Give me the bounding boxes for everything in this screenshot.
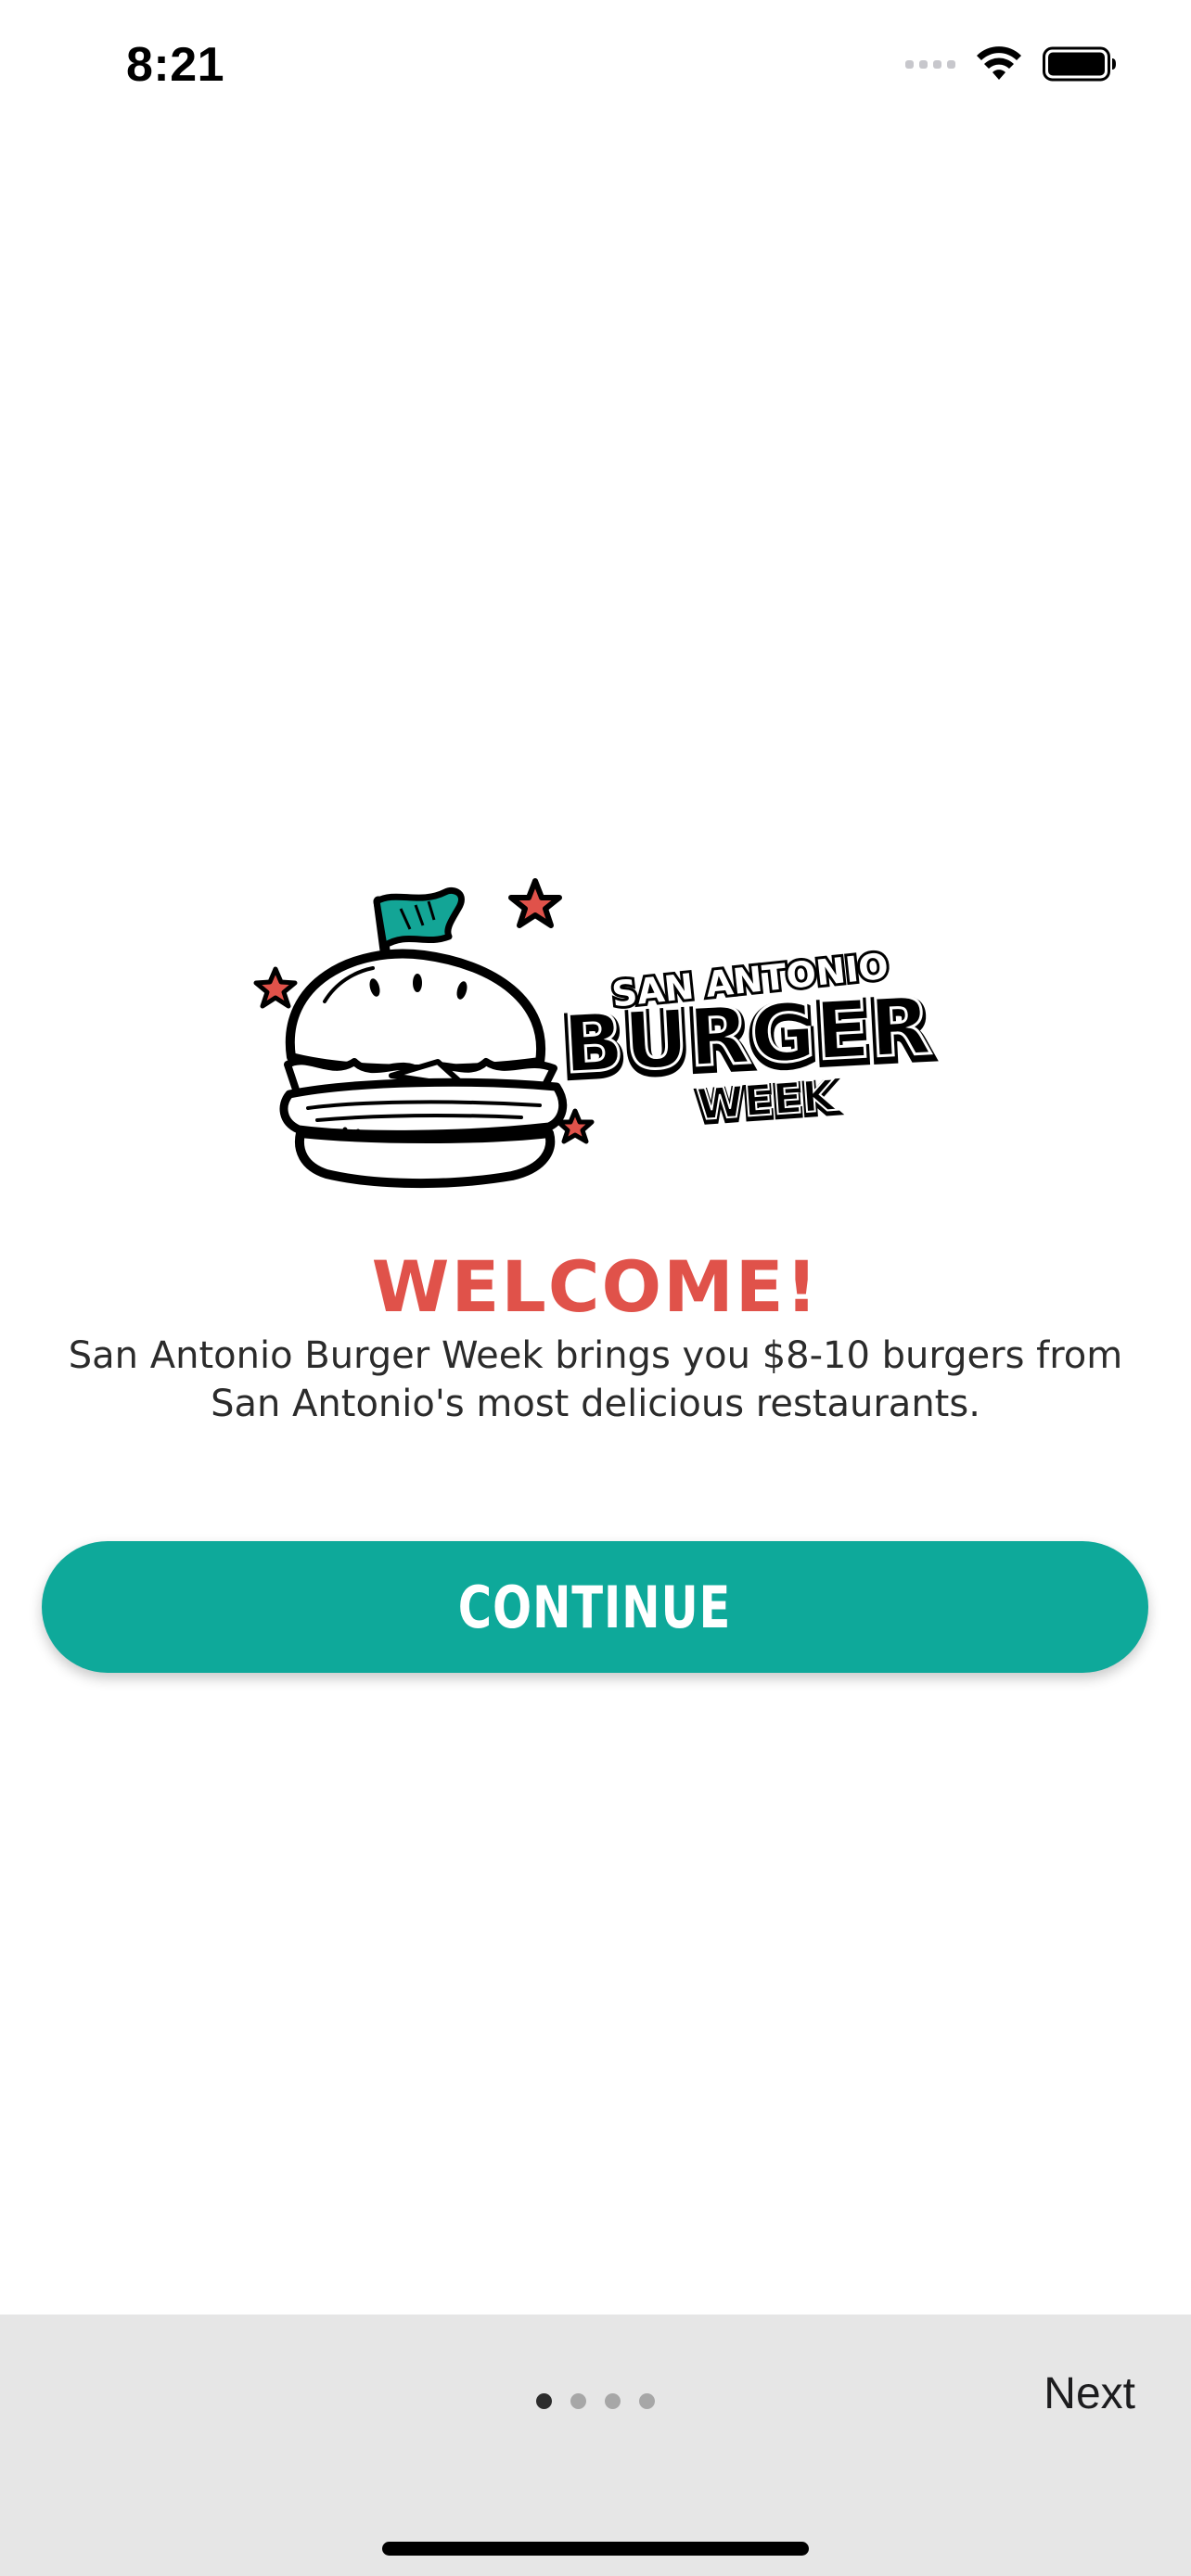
welcome-title: WELCOME! <box>371 1245 820 1328</box>
onboarding-footer: Next <box>0 2315 1191 2576</box>
page-dot[interactable] <box>536 2393 552 2409</box>
burger-icon <box>279 949 568 1189</box>
status-icons <box>905 46 1117 82</box>
page-dot[interactable] <box>570 2393 586 2409</box>
star-icon <box>508 878 562 928</box>
continue-button[interactable]: CONTINUE <box>42 1541 1148 1673</box>
page-dot[interactable] <box>605 2393 621 2409</box>
page-indicator[interactable] <box>536 2393 655 2409</box>
next-button[interactable]: Next <box>1044 2368 1135 2419</box>
burger-week-logo: SAN ANTONIO BURGER BURGER WEEK WEEK <box>243 872 948 1196</box>
logo-wordmark: SAN ANTONIO BURGER BURGER WEEK WEEK <box>557 943 939 1136</box>
cellular-signal-icon <box>905 59 955 69</box>
battery-icon <box>1043 46 1117 82</box>
page-dot[interactable] <box>639 2393 655 2409</box>
status-time: 8:21 <box>126 38 225 92</box>
continue-button-label: CONTINUE <box>458 1573 732 1641</box>
logo-line-3-outline: WEEK <box>696 1070 839 1129</box>
star-icon <box>253 966 298 1009</box>
status-bar: 8:21 <box>0 0 1191 134</box>
wifi-icon <box>976 46 1022 82</box>
welcome-description: San Antonio Burger Week brings you $8-10… <box>68 1334 1123 1425</box>
logo-line-2-outline: BURGER <box>561 980 934 1092</box>
home-indicator[interactable] <box>382 2542 809 2556</box>
